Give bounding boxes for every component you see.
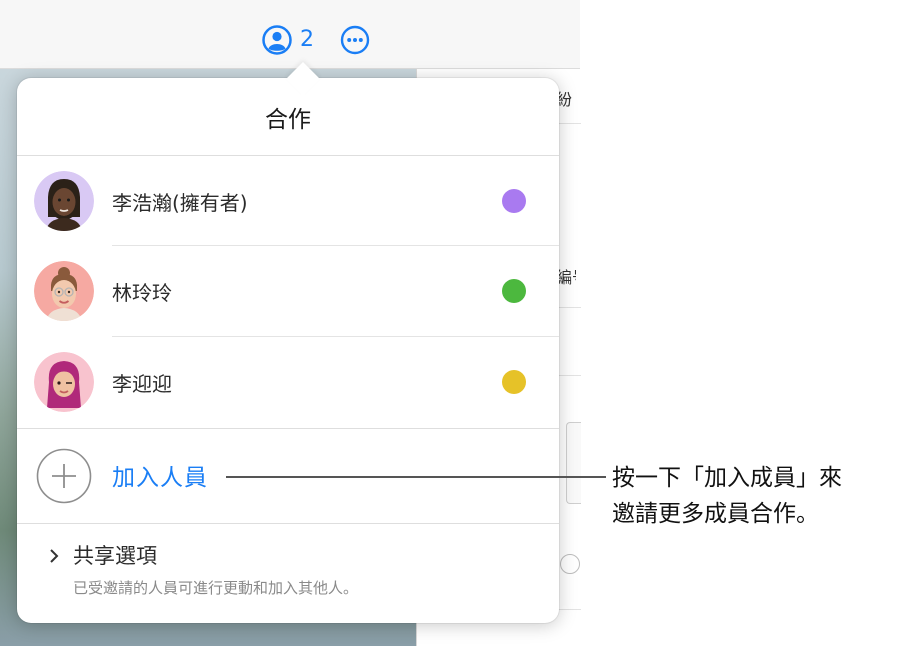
member-name: 林玲玲 xyxy=(112,280,172,305)
collaboration-popover: 合作 李浩瀚(擁有者) 林玲玲 李迎迎 加入人員 共享選項 已受邀請的人員可進行… xyxy=(17,62,559,623)
callout-leader-line xyxy=(226,476,606,478)
share-options-title: 共享選項 xyxy=(73,544,157,568)
member-name: 李迎迎 xyxy=(112,371,172,396)
memoji-avatar xyxy=(34,171,94,231)
divider xyxy=(17,523,559,524)
callout-text: 按一下「加入成員」來 邀請更多成員合作。 xyxy=(612,460,900,532)
person-circle-icon xyxy=(262,25,292,55)
slider-knob[interactable] xyxy=(560,554,580,574)
add-people-button[interactable]: 加入人員 xyxy=(17,428,559,522)
callout-line-2: 邀請更多成員合作。 xyxy=(612,501,819,527)
ellipsis-circle-icon xyxy=(340,25,370,55)
more-button[interactable] xyxy=(340,25,370,55)
member-row[interactable]: 林玲玲 xyxy=(17,246,559,336)
member-row[interactable]: 李迎迎 xyxy=(17,337,559,427)
member-name: 李浩瀚(擁有者) xyxy=(112,190,248,215)
callout-line-1: 按一下「加入成員」來 xyxy=(612,465,842,491)
toolbar: 2 xyxy=(0,0,580,69)
popover-title: 合作 xyxy=(17,78,559,156)
collaborate-button[interactable]: 2 xyxy=(262,24,318,56)
member-row-owner[interactable]: 李浩瀚(擁有者) xyxy=(17,156,559,246)
sidebar-label: 編号 xyxy=(556,268,576,287)
plus-circle-icon xyxy=(36,448,92,504)
memoji-avatar xyxy=(34,352,94,412)
sidebar-control[interactable] xyxy=(566,422,581,504)
sidebar-tab-label: 紛 xyxy=(556,90,573,109)
chevron-right-icon xyxy=(50,549,59,563)
member-color-dot xyxy=(502,189,526,213)
member-color-dot xyxy=(502,370,526,394)
memoji-avatar xyxy=(34,261,94,321)
share-options-description: 已受邀請的人員可進行更動和加入其他人。 xyxy=(73,579,359,597)
add-people-label: 加入人員 xyxy=(112,465,208,491)
share-options-button[interactable]: 共享選項 已受邀請的人員可進行更動和加入其他人。 xyxy=(47,540,527,604)
collaborator-count: 2 xyxy=(300,27,314,52)
member-color-dot xyxy=(502,279,526,303)
